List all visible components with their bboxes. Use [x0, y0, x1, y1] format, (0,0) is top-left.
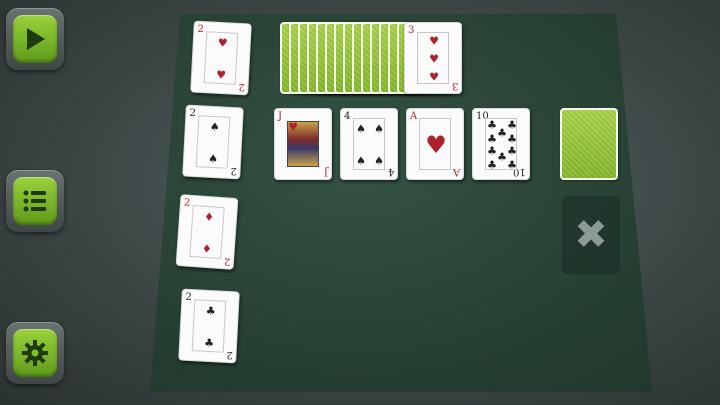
suit-pip: ♠: [356, 122, 366, 136]
stock-top-card[interactable]: 3 3 ♥ ♥ ♥: [404, 22, 462, 94]
card-rank: 2: [197, 23, 205, 36]
list-icon: [13, 177, 57, 225]
suit-pip: ♣: [507, 118, 517, 132]
suit-pip: ♣: [497, 126, 507, 140]
left-card[interactable]: 2 2 ♦ ♦: [175, 194, 239, 270]
suit-pip: ♣: [497, 150, 507, 164]
card-rank: 4: [344, 111, 351, 122]
suit-pip: ♠: [207, 152, 219, 166]
card-rank: J: [323, 166, 328, 177]
card-rank: 2: [223, 255, 231, 267]
card-rank: 2: [185, 291, 193, 304]
card-rank: 4: [387, 166, 394, 177]
menu-button[interactable]: [6, 170, 64, 232]
suit-pip: ♠: [374, 154, 384, 168]
suit-pip: ♦: [201, 242, 213, 256]
suit-pip: ♣: [487, 158, 497, 172]
suit-pip: ♥: [429, 70, 439, 84]
draw-deck[interactable]: [560, 108, 618, 180]
discard-slot[interactable]: ✖: [562, 196, 620, 274]
play-icon: [13, 15, 57, 63]
suit-pip: ♠: [374, 122, 384, 136]
suit-pip: ♣: [487, 118, 497, 132]
card-rank: 2: [237, 80, 245, 93]
row-card[interactable]: 4 4 ♠ ♠ ♠ ♠: [340, 108, 398, 180]
gear-icon: [13, 329, 57, 377]
suit-pip: ♥: [429, 34, 439, 48]
suit-pip: ♣: [507, 158, 517, 172]
close-icon: ✖: [574, 212, 608, 258]
card-rank: 3: [408, 25, 415, 36]
card-rank: A: [452, 166, 460, 177]
card-rank: 2: [189, 107, 197, 120]
left-card[interactable]: 2 2 ♠ ♠: [182, 104, 244, 180]
suit-pip: ♠: [356, 154, 366, 168]
play-button[interactable]: [6, 8, 64, 70]
card-rank: A: [410, 111, 418, 122]
suit-pip: ♣: [487, 144, 497, 158]
row-card[interactable]: 10 10 ♣ ♣ ♣ ♣ ♣ ♣ ♣ ♣ ♣ ♣: [472, 108, 530, 180]
card-rank: 3: [451, 80, 458, 91]
suit-pip: ♥: [217, 36, 229, 50]
settings-button[interactable]: [6, 322, 64, 384]
card-rank: 2: [183, 197, 191, 209]
suit-pip: ♦: [203, 210, 215, 224]
row-card[interactable]: J J ♥: [274, 108, 332, 180]
suit-pip: ♣: [507, 144, 517, 158]
suit-pip: ♣: [507, 132, 517, 146]
suit-pip: ♣: [205, 304, 217, 318]
left-card[interactable]: 2 2 ♥ ♥: [190, 20, 252, 96]
suit-pip: ♠: [209, 120, 221, 134]
suit-pip: ♥: [425, 131, 447, 159]
suit-pip: ♥: [288, 120, 298, 134]
card-rank: J: [278, 111, 283, 122]
card-rank: 2: [225, 348, 233, 361]
card-rank: 2: [229, 164, 237, 177]
suit-pip: ♣: [487, 132, 497, 146]
left-card[interactable]: 2 2 ♣ ♣: [178, 288, 240, 364]
suit-pip: ♥: [429, 52, 439, 66]
suit-pip: ♣: [203, 336, 215, 350]
suit-pip: ♥: [215, 68, 227, 82]
row-card[interactable]: A A ♥: [406, 108, 464, 180]
